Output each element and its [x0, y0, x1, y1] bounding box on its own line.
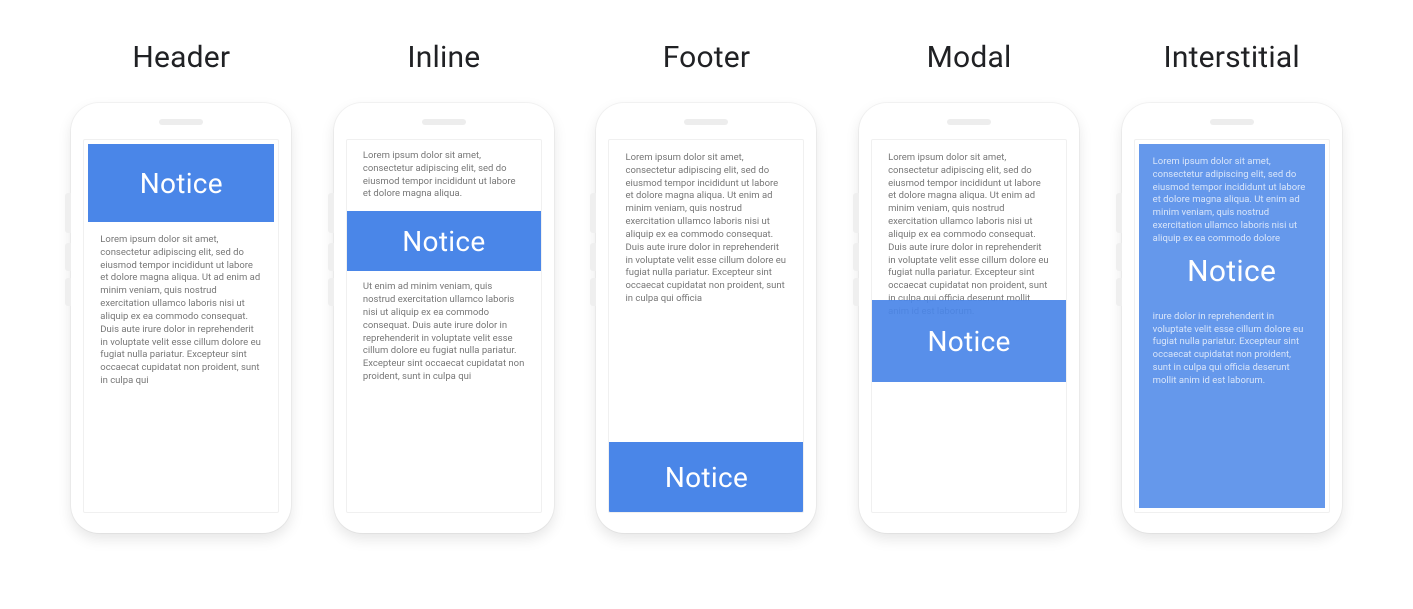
examples-row: Header Notice Lorem ipsum dolor sit amet… [60, 40, 1353, 533]
phone-mockup: Lorem ipsum dolor sit amet, consectetur … [596, 103, 816, 533]
phone-button-icon [853, 278, 859, 306]
phone-button-icon [853, 193, 859, 233]
example-title: Inline [407, 40, 480, 75]
phone-screen: Lorem ipsum dolor sit amet, consectetur … [346, 139, 542, 513]
phone-mockup: Lorem ipsum dolor sit amet, consectetur … [1122, 103, 1342, 533]
phone-button-icon [328, 193, 334, 233]
notice-banner: Notice [1139, 250, 1325, 299]
overlay-text: Lorem ipsum dolor sit amet, consectetur … [1139, 144, 1325, 250]
notice-banner: Notice [609, 442, 803, 512]
phone-mockup: Lorem ipsum dolor sit amet, consectetur … [334, 103, 554, 533]
phone-screen: Lorem ipsum dolor sit amet, consectetur … [608, 139, 804, 513]
overlay-text: irure dolor in reprehenderit in voluptat… [1139, 299, 1325, 392]
body-text: Lorem ipsum dolor sit amet, consectetur … [347, 140, 541, 211]
example-modal: Modal Lorem ipsum dolor sit amet, consec… [848, 40, 1091, 533]
example-title: Modal [927, 40, 1012, 75]
phone-mockup: Lorem ipsum dolor sit amet, consectetur … [859, 103, 1079, 533]
phone-button-icon [328, 243, 334, 271]
phone-button-icon [1116, 278, 1122, 306]
phone-button-icon [65, 243, 71, 271]
phone-button-icon [853, 243, 859, 271]
phone-button-icon [1116, 193, 1122, 233]
body-text: Lorem ipsum dolor sit amet, consectetur … [609, 140, 803, 442]
phone-button-icon [328, 278, 334, 306]
example-title: Interstitial [1164, 40, 1300, 75]
example-header: Header Notice Lorem ipsum dolor sit amet… [60, 40, 303, 533]
phone-button-icon [65, 278, 71, 306]
interstitial-overlay: Lorem ipsum dolor sit amet, consectetur … [1139, 144, 1325, 508]
example-interstitial: Interstitial Lorem ipsum dolor sit amet,… [1110, 40, 1353, 533]
phone-screen: Lorem ipsum dolor sit amet, consectetur … [871, 139, 1067, 513]
notice-banner: Notice [347, 211, 541, 271]
phone-screen: Lorem ipsum dolor sit amet, consectetur … [1134, 139, 1330, 513]
example-title: Footer [663, 40, 751, 75]
example-footer: Footer Lorem ipsum dolor sit amet, conse… [585, 40, 828, 533]
body-text: Lorem ipsum dolor sit amet, consectetur … [84, 226, 278, 400]
phone-button-icon [1116, 243, 1122, 271]
example-title: Header [132, 40, 230, 75]
notice-modal: Notice [872, 300, 1066, 382]
phone-button-icon [590, 278, 596, 306]
phone-mockup: Notice Lorem ipsum dolor sit amet, conse… [71, 103, 291, 533]
phone-button-icon [590, 243, 596, 271]
phone-screen: Notice Lorem ipsum dolor sit amet, conse… [83, 139, 279, 513]
body-text: Ut enim ad minim veniam, quis nostrud ex… [347, 271, 541, 394]
phone-button-icon [65, 193, 71, 233]
phone-button-icon [590, 193, 596, 233]
example-inline: Inline Lorem ipsum dolor sit amet, conse… [323, 40, 566, 533]
notice-banner: Notice [88, 144, 274, 222]
